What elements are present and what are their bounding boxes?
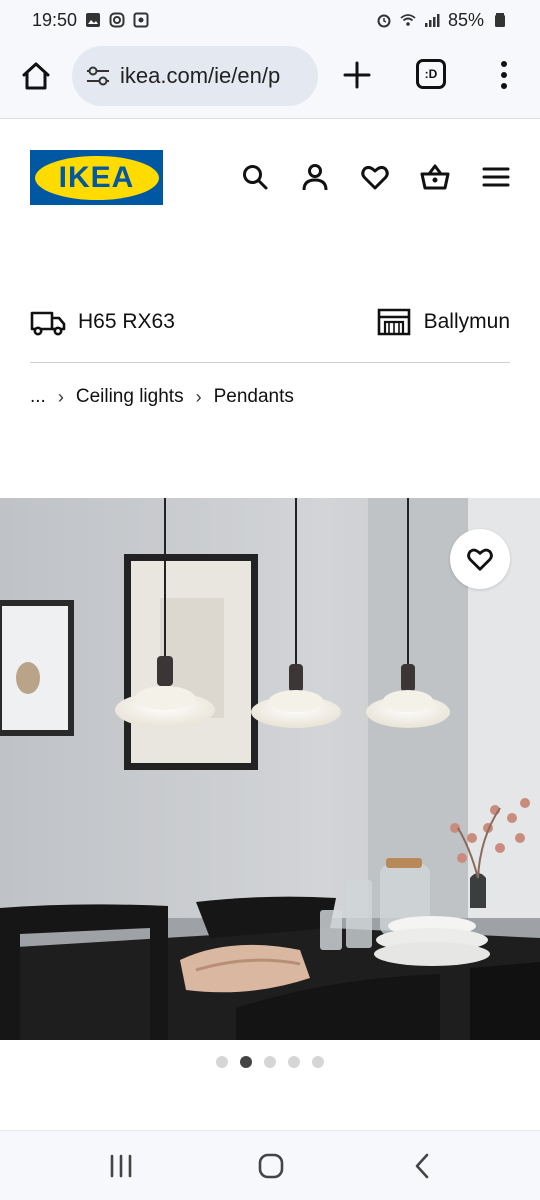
- address-bar[interactable]: ikea.com/ie/en/p: [72, 46, 318, 106]
- add-to-wishlist-button[interactable]: [450, 529, 510, 589]
- delivery-truck-icon: [30, 311, 66, 336]
- breadcrumb: ... › Ceiling lights › Pendants: [30, 386, 294, 408]
- basket-icon[interactable]: [420, 162, 450, 192]
- logo-text: IKEA: [58, 160, 135, 194]
- battery-icon: [495, 13, 505, 27]
- carousel-dot[interactable]: [288, 1056, 300, 1068]
- signal-icon: [424, 14, 440, 27]
- location-divider: [30, 362, 510, 363]
- postcode-label: H65 RX63: [78, 310, 175, 333]
- home-button-icon[interactable]: [256, 1151, 286, 1181]
- logo-oval: IKEA: [34, 155, 159, 200]
- recent-apps-icon[interactable]: [106, 1151, 136, 1181]
- url-text: ikea.com/ie/en/p: [120, 63, 281, 88]
- battery-level: 85%: [447, 9, 484, 30]
- wifi-icon: [400, 14, 416, 26]
- delivery-postcode[interactable]: H65 RX63: [30, 307, 175, 337]
- store-label: Ballymun: [423, 310, 510, 333]
- home-icon[interactable]: [18, 58, 54, 94]
- back-icon[interactable]: [408, 1151, 438, 1181]
- site-settings-icon[interactable]: [84, 62, 112, 90]
- app-notification-icon: [133, 12, 149, 28]
- toolbar-divider: [0, 118, 540, 119]
- store-selector[interactable]: Ballymun: [376, 307, 510, 337]
- carousel-indicators: [216, 1056, 324, 1068]
- system-navigation-bar: [0, 1130, 540, 1200]
- store-icon: [377, 308, 410, 336]
- browser-toolbar: ikea.com/ie/en/p :D: [0, 40, 540, 118]
- wishlist-icon[interactable]: [360, 162, 390, 192]
- gallery-notification-icon: [86, 13, 101, 27]
- more-options-icon[interactable]: [492, 58, 516, 92]
- alarm-icon: [377, 14, 391, 28]
- carousel-dot[interactable]: [264, 1056, 276, 1068]
- search-icon[interactable]: [240, 162, 270, 192]
- location-row: H65 RX63 Ballymun: [30, 300, 510, 344]
- breadcrumb-ellipsis[interactable]: ...: [30, 386, 46, 408]
- carousel-dot[interactable]: [312, 1056, 324, 1068]
- breadcrumb-pendants[interactable]: Pendants: [214, 386, 294, 408]
- instagram-notification-icon: [109, 12, 125, 28]
- heart-icon: [467, 548, 493, 571]
- status-bar: 19:50 85%: [0, 0, 540, 40]
- breadcrumb-ceiling-lights[interactable]: Ceiling lights: [76, 386, 184, 408]
- new-tab-icon[interactable]: [340, 58, 374, 92]
- breadcrumb-separator: ›: [57, 386, 64, 407]
- carousel-dot-active[interactable]: [240, 1056, 252, 1068]
- hamburger-menu-icon[interactable]: [481, 162, 511, 192]
- carousel-dot[interactable]: [216, 1056, 228, 1068]
- account-icon[interactable]: [300, 162, 330, 192]
- ikea-logo[interactable]: IKEA: [30, 150, 163, 205]
- breadcrumb-separator: ›: [195, 386, 202, 407]
- tab-switcher-button[interactable]: :D: [416, 59, 446, 89]
- status-time: 19:50: [32, 9, 78, 30]
